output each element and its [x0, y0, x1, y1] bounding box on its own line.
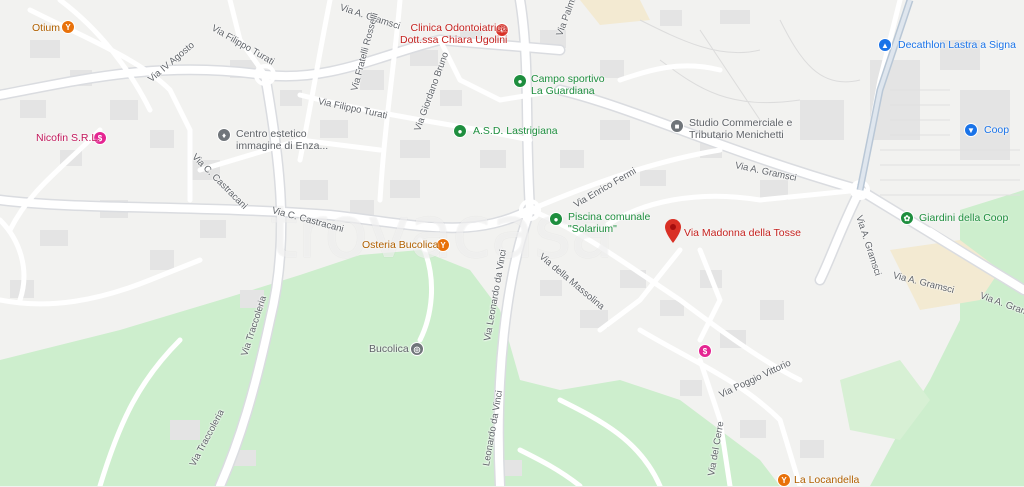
poi-otium[interactable]: Otium [32, 22, 60, 34]
shopping-icon[interactable]: ▲ [878, 38, 892, 52]
park-area [0, 250, 780, 486]
poi-asd[interactable]: A.S.D. Lastrigiana [473, 125, 558, 137]
poi-piscina-line1: Piscina comunale [568, 211, 651, 223]
poi-studio[interactable]: Studio Commerciale e Tributario Menichet… [689, 117, 792, 141]
park-area-right [870, 190, 1024, 486]
sports-icon[interactable]: ● [453, 124, 467, 138]
poi-coop[interactable]: Coop [984, 124, 1009, 136]
location-pin-icon[interactable] [665, 219, 681, 243]
poi-clinica-line2: Dott.ssa Chiara Ugolini [400, 34, 508, 46]
restaurant-icon[interactable]: Y [777, 473, 791, 487]
poi-clinica-line1: Clinica Odontoiatrica [410, 22, 508, 34]
poi-studio-line1: Studio Commerciale e [689, 117, 793, 129]
poi-centro-line2: immagine di Enza... [236, 140, 329, 152]
poi-piscina[interactable]: Piscina comunale "Solarium" [568, 211, 650, 235]
poi-nicofin[interactable]: Nicofin S.R.L. [36, 132, 100, 144]
poi-centro-line1: Centro estetico [236, 128, 307, 140]
poi-locandella[interactable]: La Locandella [794, 474, 859, 486]
poi-clinica[interactable]: Clinica Odontoiatrica Dott.ssa Chiara Ug… [400, 22, 507, 46]
park-icon[interactable]: ✿ [900, 211, 914, 225]
business-icon[interactable]: ■ [670, 119, 684, 133]
beauty-icon[interactable]: ♦ [217, 128, 231, 142]
lodging-icon[interactable]: ◎ [410, 342, 424, 356]
sand-area-top [580, 0, 650, 25]
poi-campo-line2: La Guardiana [531, 85, 595, 97]
cart-icon[interactable]: ▼ [964, 123, 978, 137]
poi-selected[interactable]: Via Madonna della Tosse [684, 227, 801, 239]
poi-piscina-line2: "Solarium" [568, 223, 617, 235]
poi-giardini[interactable]: Giardini della Coop [919, 212, 1008, 224]
atm-icon[interactable]: $ [698, 344, 712, 358]
poi-campo-line1: Campo sportivo [531, 73, 605, 85]
poi-osteria[interactable]: Osteria Bucolica [362, 239, 438, 251]
poi-bucolica[interactable]: Bucolica [369, 343, 409, 355]
poi-campo[interactable]: Campo sportivo La Guardiana [531, 73, 605, 97]
poi-decathlon[interactable]: Decathlon Lastra a Signa [898, 39, 1016, 51]
sports-icon[interactable]: ● [549, 212, 563, 226]
poi-centro[interactable]: Centro estetico immagine di Enza... [236, 128, 328, 152]
restaurant-icon[interactable]: Y [61, 20, 75, 34]
sports-icon[interactable]: ● [513, 74, 527, 88]
poi-studio-line2: Tributario Menichetti [689, 129, 784, 141]
